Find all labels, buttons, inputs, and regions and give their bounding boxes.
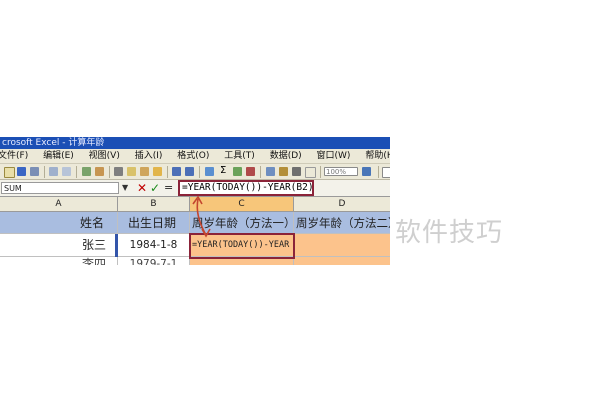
zoom-select[interactable]: 100% [324,167,358,176]
window-title: crosoft Excel - 计算年龄 [0,137,390,149]
autosum-icon[interactable]: Σ [220,166,229,176]
menu-window[interactable]: 窗口(W) [317,151,351,161]
paste-icon[interactable] [140,167,149,176]
zoom-icon[interactable] [292,167,301,176]
drawing-icon[interactable] [279,167,288,176]
permission-icon[interactable] [30,167,39,176]
format-painter-icon[interactable] [153,167,162,176]
redo-icon[interactable] [185,167,194,176]
chevron-down-icon[interactable]: ▼ [122,183,128,192]
hyperlink-icon[interactable] [205,167,214,176]
print-icon[interactable] [49,167,58,176]
standard-toolbar: Σ 100% [0,164,390,180]
menu-help[interactable]: 帮助(H) [365,151,390,161]
cell-a3[interactable]: 李四 [0,257,118,265]
chart-wizard-icon[interactable] [266,167,275,176]
excel-screenshot: crosoft Excel - 计算年龄 文件(F) 编辑(E) 视图(V) 插… [0,137,390,265]
save-icon[interactable] [17,167,26,176]
sort-desc-icon[interactable] [246,167,255,176]
cancel-icon[interactable]: ✕ [137,180,147,196]
cell-b2[interactable]: 1984-1-8 [118,234,190,257]
spelling-icon[interactable] [82,167,91,176]
help-icon[interactable] [362,167,371,176]
enter-icon[interactable]: ✓ [150,180,160,196]
cell-d3[interactable] [294,257,390,265]
research-icon[interactable] [95,167,104,176]
cell-b3[interactable]: 1979-7-1 [118,257,190,265]
menu-file[interactable]: 文件(F) [0,151,28,161]
menu-tools[interactable]: 工具(T) [224,151,255,161]
annotation-arrow [192,195,211,238]
cell-b1[interactable]: 出生日期 [118,212,190,234]
function-icon[interactable]: = [164,180,173,196]
copy-icon[interactable] [127,167,136,176]
column-header-d[interactable]: D [294,197,390,212]
name-box[interactable]: SUM [1,182,119,194]
cell-a2[interactable]: 张三 [0,234,118,257]
column-header-b[interactable]: B [118,197,190,212]
menu-data[interactable]: 数据(D) [270,151,302,161]
cell-d1[interactable]: 周岁年龄（方法二） [294,212,390,234]
watermark-text: 软件技巧 [395,218,504,248]
menu-edit[interactable]: 编辑(E) [43,151,74,161]
column-header-a[interactable]: A [0,197,118,212]
menu-insert[interactable]: 插入(I) [135,151,163,161]
menu-format[interactable]: 格式(O) [177,151,209,161]
cell-a1[interactable]: 姓名 [0,212,118,234]
sort-asc-icon[interactable] [233,167,242,176]
zoom-field[interactable] [305,167,316,178]
cut-icon[interactable] [114,167,123,176]
row-selection-marker [115,234,118,257]
undo-icon[interactable] [172,167,181,176]
new-icon[interactable] [4,167,15,178]
cell-d2[interactable] [294,234,390,257]
menu-bar: 文件(F) 编辑(E) 视图(V) 插入(I) 格式(O) 工具(T) 数据(D… [0,149,390,164]
font-select[interactable] [382,167,390,178]
menu-view[interactable]: 视图(V) [89,151,120,161]
print-preview-icon[interactable] [62,167,71,176]
